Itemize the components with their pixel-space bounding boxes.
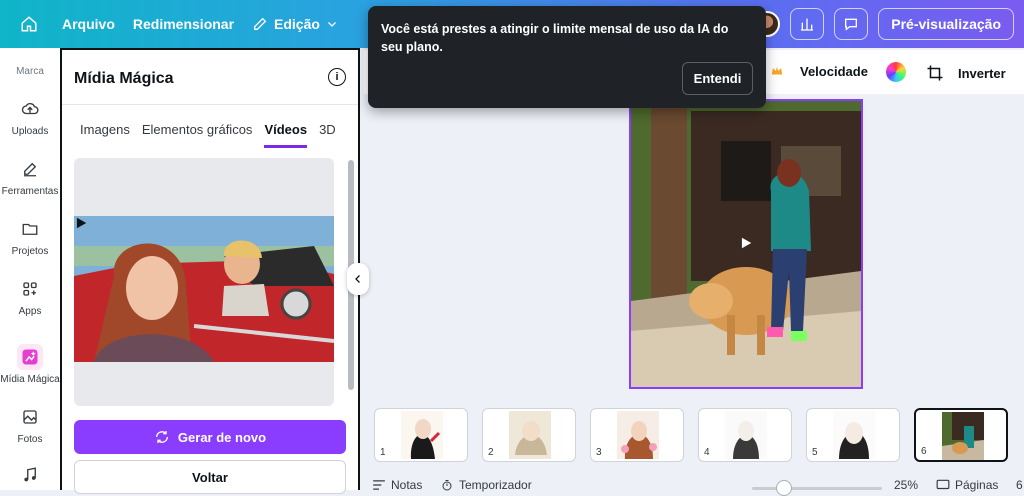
back-button[interactable]: Voltar (74, 460, 346, 494)
info-icon[interactable]: i (328, 68, 346, 86)
home-button[interactable] (14, 9, 44, 39)
pages-icon (936, 479, 950, 490)
page-thumbnails: 1 2 3 4 5 6 (374, 408, 1008, 462)
flip-button[interactable]: Inverter (926, 64, 1006, 82)
tab-videos[interactable]: Vídeos (264, 122, 308, 148)
top-bar-right: Pré-visualização (754, 8, 1014, 40)
page-number: 1 (380, 447, 386, 458)
crown-icon (770, 64, 784, 78)
tab-3d[interactable]: 3D (319, 122, 336, 148)
panel-tabs: Imagens Elementos gráficos Vídeos 3D (80, 122, 336, 148)
page-thumbnail[interactable]: 1 (374, 408, 468, 462)
rail-item-label: Apps (18, 306, 42, 317)
home-icon (21, 16, 37, 32)
rail-item-tools[interactable]: Ferramentas (0, 156, 60, 197)
page-preview-image (401, 411, 443, 459)
rail-item-apps[interactable]: Apps (0, 276, 60, 317)
chevron-left-icon (355, 275, 360, 283)
bottom-bar: Notas Temporizador 25% Páginas 6 (364, 478, 1024, 496)
color-picker-button[interactable] (886, 62, 906, 82)
page-number: 4 (704, 447, 710, 458)
rail-item-audio[interactable] (0, 462, 60, 488)
rail-item-label: Fotos (17, 434, 43, 445)
folder-icon (17, 216, 43, 242)
music-note-icon (17, 462, 43, 488)
generated-video-card[interactable] (74, 158, 334, 406)
page-preview-image (509, 411, 551, 459)
page-thumbnail[interactable]: 2 (482, 408, 576, 462)
magic-media-panel: Mídia Mágica i Imagens Elementos gráfico… (60, 48, 360, 494)
rail-brand-label[interactable]: Marca (0, 66, 60, 77)
divider (62, 104, 358, 105)
pen-tool-icon (17, 156, 43, 182)
menu-file[interactable]: Arquivo (62, 16, 115, 32)
page-number: 6 (921, 446, 927, 457)
tab-images[interactable]: Imagens (80, 122, 130, 148)
left-rail: Marca Uploads Ferramentas Projetos Apps … (0, 48, 60, 490)
rail-item-label: Ferramentas (1, 186, 59, 197)
magic-media-icon (17, 344, 43, 370)
rail-item-label: Mídia Mágica (0, 374, 60, 385)
page-number: 3 (596, 447, 602, 458)
regenerate-label: Gerar de novo (177, 429, 267, 445)
speed-button[interactable]: Velocidade (800, 64, 868, 79)
menu-resize[interactable]: Redimensionar (133, 16, 234, 32)
zoom-slider-handle[interactable] (776, 480, 792, 496)
page-thumbnail-active[interactable]: 6 (914, 408, 1008, 462)
menu-edit-label: Edição (274, 16, 320, 32)
page-thumbnail[interactable]: 3 (590, 408, 684, 462)
ai-limit-toast: Você está prestes a atingir o limite men… (368, 6, 766, 108)
preview-button[interactable]: Pré-visualização (878, 8, 1014, 40)
apps-grid-icon (17, 276, 43, 302)
page-preview-image (725, 411, 767, 459)
flip-label: Inverter (958, 65, 1006, 81)
page-thumbnail[interactable]: 4 (698, 408, 792, 462)
rail-item-uploads[interactable]: Uploads (0, 96, 60, 137)
page-preview-image (617, 411, 659, 459)
page-preview-image (833, 411, 875, 459)
video-thumbnail (74, 216, 334, 362)
video-canvas-frame[interactable] (629, 99, 863, 389)
page-number: 5 (812, 447, 818, 458)
cloud-upload-icon (17, 96, 43, 122)
chevron-down-icon (327, 22, 336, 27)
timer-icon (442, 480, 452, 491)
toast-message: Você está prestes a atingir o limite men… (381, 22, 729, 54)
page-number: 2 (488, 447, 494, 458)
color-wheel-icon (886, 62, 906, 82)
play-icon[interactable] (739, 235, 753, 251)
rail-item-projects[interactable]: Projetos (0, 216, 60, 257)
rail-item-label: Projetos (11, 246, 49, 257)
comments-button[interactable] (834, 8, 869, 40)
page-preview-image (942, 412, 984, 460)
panel-title: Mídia Mágica (74, 70, 174, 87)
comment-icon (845, 18, 858, 31)
page-thumbnail[interactable]: 5 (806, 408, 900, 462)
rail-item-magic-media[interactable]: Mídia Mágica (0, 344, 60, 385)
rail-item-label: Uploads (11, 126, 49, 137)
refresh-icon (155, 431, 168, 443)
regenerate-button[interactable]: Gerar de novo (74, 420, 346, 454)
bar-chart-icon (801, 18, 814, 31)
play-icon[interactable] (74, 216, 88, 230)
tab-graphics[interactable]: Elementos gráficos (142, 122, 253, 148)
collapse-panel-button[interactable] (347, 263, 369, 295)
image-icon (17, 404, 43, 430)
dismiss-button[interactable]: Entendi (682, 62, 753, 95)
menu-edit-button[interactable]: Edição (252, 16, 338, 32)
crop-icon (927, 65, 943, 81)
analytics-button[interactable] (790, 8, 825, 40)
rail-item-photos[interactable]: Fotos (0, 404, 60, 445)
pencil-icon (254, 17, 267, 30)
notes-icon (373, 480, 385, 490)
